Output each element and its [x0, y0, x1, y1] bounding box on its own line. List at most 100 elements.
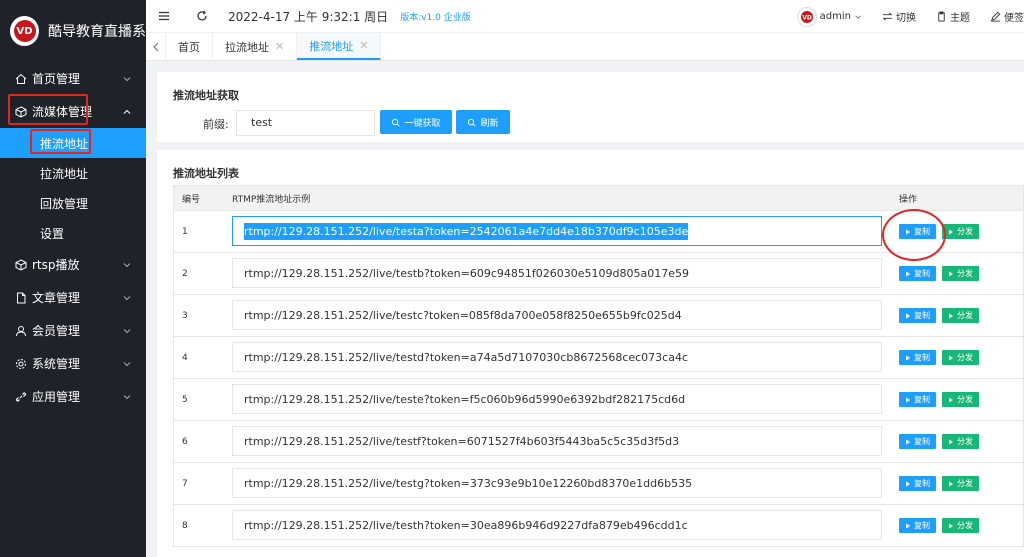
share-button[interactable]: 分发: [942, 434, 979, 449]
close-icon[interactable]: ✕: [359, 39, 368, 52]
share-button[interactable]: 分发: [942, 476, 979, 491]
sidebar-item-apps[interactable]: 应用管理: [0, 380, 146, 413]
play-icon: [949, 481, 953, 486]
rtmp-url-field[interactable]: rtmp://129.28.151.252/live/testc?token=0…: [232, 300, 882, 330]
share-button[interactable]: 分发: [942, 266, 979, 281]
chevron-down-icon: [123, 328, 131, 333]
row-actions: 复制 分发: [899, 392, 979, 407]
sidebar-subitem-label: 设置: [40, 226, 65, 241]
sidebar-item-home[interactable]: 首页管理: [0, 62, 146, 95]
rtmp-url-field[interactable]: rtmp://129.28.151.252/live/testd?token=a…: [232, 342, 882, 372]
row-actions: 复制 分发: [899, 518, 979, 533]
prefix-input[interactable]: test: [236, 110, 375, 136]
tab-scroll-left[interactable]: [146, 33, 166, 60]
sidebar-item-label: 应用管理: [32, 390, 81, 404]
rtmp-url-field[interactable]: rtmp://129.28.151.252/live/testb?token=6…: [232, 258, 882, 288]
rtmp-url-text: rtmp://129.28.151.252/live/testh?token=3…: [244, 518, 688, 532]
share-button[interactable]: 分发: [942, 308, 979, 323]
clipboard-icon: [938, 11, 945, 22]
share-button[interactable]: 分发: [942, 224, 979, 239]
sidebar-subitem-playback[interactable]: 回放管理: [0, 188, 146, 218]
play-icon: [949, 439, 953, 444]
sidebar-item-label: 文章管理: [32, 291, 81, 305]
row-actions: 复制 分发: [899, 308, 979, 323]
copy-button[interactable]: 复制: [899, 392, 936, 407]
table-header: 编号 RTMP推流地址示例 操作: [173, 185, 1024, 211]
column-header-actions: 操作: [899, 194, 918, 205]
close-icon[interactable]: ✕: [275, 40, 284, 53]
theme-button[interactable]: 主题: [936, 9, 970, 24]
copy-label: 复制: [914, 353, 930, 362]
copy-button[interactable]: 复制: [899, 350, 936, 365]
sidebar-subitem-settings[interactable]: 设置: [0, 218, 146, 248]
copy-label: 复制: [914, 437, 930, 446]
row-number: 4: [182, 352, 188, 363]
note-button[interactable]: 便签: [990, 9, 1024, 24]
rtmp-url-text: rtmp://129.28.151.252/live/testb?token=6…: [244, 266, 689, 280]
sidebar-item-articles[interactable]: 文章管理: [0, 281, 146, 314]
chevron-down-icon: [123, 295, 131, 300]
copy-button[interactable]: 复制: [899, 224, 936, 239]
theme-label: 主题: [950, 13, 970, 24]
share-button[interactable]: 分发: [942, 518, 979, 533]
sidebar-item-members[interactable]: 会员管理: [0, 314, 146, 347]
copy-label: 复制: [914, 395, 930, 404]
table-row: 1 rtmp://129.28.151.252/live/testa?token=…: [173, 211, 1024, 253]
share-label: 分发: [957, 521, 973, 530]
copy-button[interactable]: 复制: [899, 518, 936, 533]
tab-label: 首页: [178, 40, 200, 54]
copy-button[interactable]: 复制: [899, 434, 936, 449]
share-button[interactable]: 分发: [942, 392, 979, 407]
cube-icon: [14, 105, 28, 119]
version-label: 版本:v1.0 企业版: [400, 12, 471, 23]
sidebar-subitem-push-url[interactable]: 推流地址: [0, 128, 146, 158]
card-title: 推流地址获取: [173, 89, 239, 102]
switch-button[interactable]: 切换: [882, 9, 916, 24]
sidebar-item-label: 首页管理: [32, 72, 81, 86]
play-icon: [949, 313, 953, 318]
brand: VD 酷导教育直播系: [0, 0, 146, 62]
rtmp-url-field[interactable]: rtmp://129.28.151.252/live/testa?token=2…: [232, 216, 882, 246]
sidebar-item-label: rtsp播放: [32, 258, 80, 272]
fetch-all-button[interactable]: 一键获取: [380, 110, 452, 134]
sidebar-item-media[interactable]: 流媒体管理: [0, 95, 146, 128]
tab-home[interactable]: 首页: [166, 33, 213, 60]
tab-label: 拉流地址: [225, 40, 269, 54]
rtmp-url-text: rtmp://129.28.151.252/live/testf?token=6…: [244, 434, 680, 448]
row-number: 1: [182, 226, 188, 237]
rtmp-url-field[interactable]: rtmp://129.28.151.252/live/teste?token=f…: [232, 384, 882, 414]
sidebar-item-rtsp[interactable]: rtsp播放: [0, 248, 146, 281]
row-actions: 复制 分发: [899, 434, 979, 449]
sidebar-subitem-pull-url[interactable]: 拉流地址: [0, 158, 146, 188]
tab-pull-url[interactable]: 拉流地址 ✕: [213, 33, 298, 60]
user-menu[interactable]: VD admin: [796, 6, 862, 27]
share-button[interactable]: 分发: [942, 350, 979, 365]
rtmp-url-field[interactable]: rtmp://129.28.151.252/live/testh?token=3…: [232, 510, 882, 540]
chevron-down-icon: [123, 394, 131, 399]
top-bar: 2022-4-17 上午 9:32:1 周日 版本:v1.0 企业版 VD ad…: [146, 0, 1024, 33]
copy-button[interactable]: 复制: [899, 476, 936, 491]
rtmp-url-field[interactable]: rtmp://129.28.151.252/live/testg?token=3…: [232, 468, 882, 498]
play-icon: [906, 313, 910, 318]
table-row: 3 rtmp://129.28.151.252/live/testc?token=…: [173, 295, 1024, 337]
table-row: 7 rtmp://129.28.151.252/live/testg?token=…: [173, 463, 1024, 505]
link-icon: [14, 390, 28, 404]
rtmp-url-field[interactable]: rtmp://129.28.151.252/live/testf?token=6…: [232, 426, 882, 456]
refresh-icon[interactable]: [192, 6, 212, 26]
copy-button[interactable]: 复制: [899, 308, 936, 323]
row-actions: 复制 分发: [899, 266, 979, 281]
copy-button[interactable]: 复制: [899, 266, 936, 281]
tab-label: 推流地址: [309, 39, 354, 53]
prefix-label: 前缀:: [203, 118, 229, 131]
chevron-down-icon: [855, 15, 861, 19]
brand-logo: VD: [10, 16, 39, 46]
refresh-button[interactable]: 刷新: [456, 110, 510, 134]
menu-icon[interactable]: [154, 6, 174, 26]
share-label: 分发: [957, 227, 973, 236]
play-icon: [906, 439, 910, 444]
search-icon: [392, 118, 400, 126]
pen-icon: [990, 11, 1001, 22]
share-label: 分发: [957, 395, 973, 404]
sidebar-item-system[interactable]: 系统管理: [0, 347, 146, 380]
tab-push-url[interactable]: 推流地址 ✕: [297, 33, 382, 60]
